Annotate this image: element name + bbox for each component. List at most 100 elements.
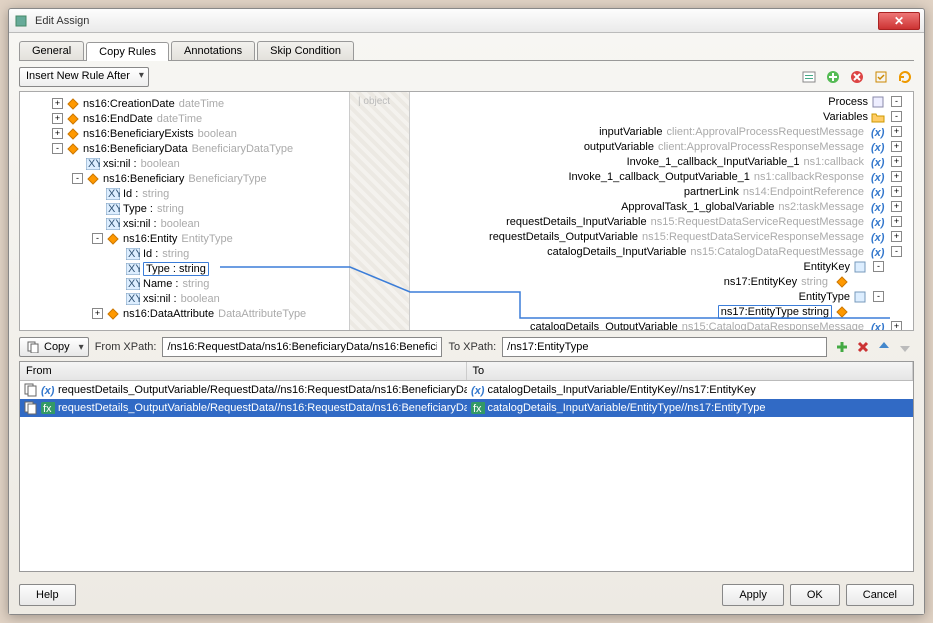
expander[interactable]: - bbox=[891, 111, 902, 122]
diamond-icon bbox=[86, 172, 100, 186]
tab-annotations[interactable]: Annotations bbox=[171, 41, 255, 60]
tree-node[interactable]: requestDetails_InputVariablens15:Request… bbox=[412, 214, 911, 229]
node-type: boolean bbox=[161, 218, 200, 230]
validate-icon[interactable] bbox=[872, 68, 890, 86]
tree-node[interactable]: XYId :string bbox=[22, 186, 347, 201]
tree-node[interactable]: catalogDetails_OutputVariablens15:Catalo… bbox=[412, 319, 911, 330]
move-down-icon[interactable] bbox=[896, 338, 914, 356]
expander[interactable]: - bbox=[92, 233, 103, 244]
svg-text:XY: XY bbox=[128, 263, 140, 275]
help-button[interactable]: Help bbox=[19, 584, 76, 606]
expander[interactable]: - bbox=[891, 246, 902, 257]
to-xpath-input[interactable] bbox=[502, 337, 827, 357]
source-tree[interactable]: +ns16:CreationDatedateTime+ns16:EndDated… bbox=[20, 92, 350, 330]
tree-node[interactable]: XYType :string bbox=[22, 201, 347, 216]
expander[interactable]: + bbox=[891, 156, 902, 167]
svg-text:XY: XY bbox=[108, 188, 120, 200]
grid-cell-from: fxrequestDetails_OutputVariable/RequestD… bbox=[20, 400, 467, 416]
node-type: string bbox=[142, 188, 169, 200]
node-label: ns16:BeneficiaryData bbox=[83, 143, 188, 155]
node-label: Invoke_1_callback_InputVariable_1 bbox=[627, 156, 800, 168]
expander[interactable]: + bbox=[891, 171, 902, 182]
node-label: inputVariable bbox=[599, 126, 662, 138]
expander[interactable]: + bbox=[891, 126, 902, 137]
tree-node[interactable]: catalogDetails_InputVariablens15:Catalog… bbox=[412, 244, 911, 259]
tree-node[interactable]: XYxsi:nil :boolean bbox=[22, 156, 347, 171]
tree-node[interactable]: ns17:EntityKeystring bbox=[412, 274, 911, 289]
tree-node[interactable]: Invoke_1_callback_InputVariable_1ns1:cal… bbox=[412, 154, 911, 169]
tree-node[interactable]: ns17:EntityType string bbox=[412, 304, 911, 319]
expander[interactable]: + bbox=[891, 321, 902, 330]
tree-node[interactable]: outputVariableclient:ApprovalProcessResp… bbox=[412, 139, 911, 154]
ok-button[interactable]: OK bbox=[790, 584, 840, 606]
expander[interactable]: + bbox=[891, 201, 902, 212]
tree-node[interactable]: +ns16:EndDatedateTime bbox=[22, 111, 347, 126]
xy-icon: XY bbox=[106, 202, 120, 216]
tree-node[interactable]: inputVariableclient:ApprovalProcessReque… bbox=[412, 124, 911, 139]
x-icon: (x) bbox=[871, 230, 885, 244]
close-button[interactable]: ✕ bbox=[878, 12, 920, 30]
tab-copy-rules[interactable]: Copy Rules bbox=[86, 42, 169, 61]
tree-node[interactable]: partnerLinkns14:EndpointReference(x)+ bbox=[412, 184, 911, 199]
tab-skip-condition[interactable]: Skip Condition bbox=[257, 41, 354, 60]
add-rule-icon[interactable] bbox=[833, 338, 851, 356]
add-icon[interactable] bbox=[824, 68, 842, 86]
tree-node[interactable]: -ns16:BeneficiaryBeneficiaryType bbox=[22, 171, 347, 186]
tree-node[interactable]: XYxsi:nil :boolean bbox=[22, 216, 347, 231]
tree-node[interactable]: XYId :string bbox=[22, 246, 347, 261]
diamond-icon bbox=[66, 112, 80, 126]
expander[interactable]: - bbox=[873, 261, 884, 272]
refresh-icon[interactable] bbox=[896, 68, 914, 86]
grid-header-from: From bbox=[20, 362, 467, 380]
expander[interactable]: + bbox=[891, 216, 902, 227]
target-tree[interactable]: Process- Variables- inputVariableclient:… bbox=[410, 92, 913, 330]
expander[interactable]: - bbox=[891, 96, 902, 107]
svg-text:(x): (x) bbox=[871, 127, 885, 139]
expander[interactable]: - bbox=[72, 173, 83, 184]
remove-rule-icon[interactable] bbox=[854, 338, 872, 356]
tree-node[interactable]: requestDetails_OutputVariablens15:Reques… bbox=[412, 229, 911, 244]
from-xpath-input[interactable] bbox=[162, 337, 442, 357]
tree-node[interactable]: EntityType- bbox=[412, 289, 911, 304]
grid-row[interactable]: (x)requestDetails_OutputVariable/Request… bbox=[20, 381, 913, 399]
tree-node[interactable]: -ns16:EntityEntityType bbox=[22, 231, 347, 246]
node-type: boolean bbox=[198, 128, 237, 140]
move-up-icon[interactable] bbox=[875, 338, 893, 356]
catalog-icon[interactable] bbox=[800, 68, 818, 86]
grid-row[interactable]: fxrequestDetails_OutputVariable/RequestD… bbox=[20, 399, 913, 417]
grid-body[interactable]: (x)requestDetails_OutputVariable/Request… bbox=[20, 381, 913, 571]
node-label: ns16:DataAttribute bbox=[123, 308, 214, 320]
tree-node[interactable]: ApprovalTask_1_globalVariablens2:taskMes… bbox=[412, 199, 911, 214]
tree-node[interactable]: XYxsi:nil :boolean bbox=[22, 291, 347, 306]
node-label: Invoke_1_callback_OutputVariable_1 bbox=[569, 171, 750, 183]
expander[interactable]: + bbox=[52, 98, 63, 109]
tree-node[interactable]: EntityKey- bbox=[412, 259, 911, 274]
diamond-icon bbox=[66, 142, 80, 156]
cancel-button[interactable]: Cancel bbox=[846, 584, 914, 606]
expander[interactable]: + bbox=[52, 128, 63, 139]
expander[interactable]: + bbox=[92, 308, 103, 319]
expander[interactable]: + bbox=[891, 186, 902, 197]
svg-text:XY: XY bbox=[128, 293, 140, 305]
expander[interactable]: + bbox=[52, 113, 63, 124]
delete-icon[interactable] bbox=[848, 68, 866, 86]
tree-node[interactable]: XYName :string bbox=[22, 276, 347, 291]
expander[interactable]: - bbox=[52, 143, 63, 154]
tree-node[interactable]: Invoke_1_callback_OutputVariable_1ns1:ca… bbox=[412, 169, 911, 184]
tab-general[interactable]: General bbox=[19, 41, 84, 60]
tree-node[interactable]: - ns16:BeneficiaryData BeneficiaryDataType bbox=[22, 141, 347, 156]
node-type: ns15:RequestDataServiceRequestMessage bbox=[651, 216, 864, 228]
node-type: BeneficiaryDataType bbox=[192, 143, 294, 155]
tree-node[interactable]: XYType : string bbox=[22, 261, 347, 276]
node-type: ns15:CatalogDataRequestMessage bbox=[690, 246, 864, 258]
insert-rule-combo[interactable]: Insert New Rule After bbox=[19, 67, 149, 87]
apply-button[interactable]: Apply bbox=[722, 584, 784, 606]
expander[interactable]: - bbox=[873, 291, 884, 302]
copy-mode-combo[interactable]: Copy bbox=[19, 337, 89, 357]
tree-node[interactable]: +ns16:BeneficiaryExistsboolean bbox=[22, 126, 347, 141]
expander[interactable]: + bbox=[891, 141, 902, 152]
tree-node[interactable]: +ns16:DataAttributeDataAttributeType bbox=[22, 306, 347, 321]
tree-node[interactable]: +ns16:CreationDatedateTime bbox=[22, 96, 347, 111]
expander[interactable]: + bbox=[891, 231, 902, 242]
grid-cell-to: fxcatalogDetails_InputVariable/EntityTyp… bbox=[467, 400, 914, 416]
